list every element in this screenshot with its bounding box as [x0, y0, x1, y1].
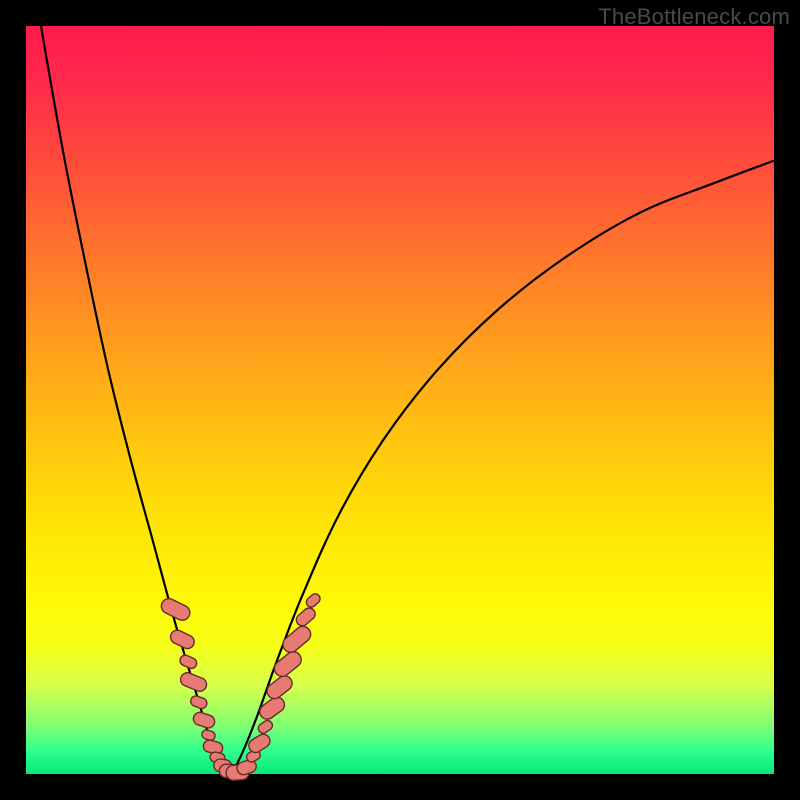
curve-right-branch	[232, 161, 774, 774]
bead-marker	[264, 673, 295, 702]
bead-marker	[168, 628, 196, 651]
bead-marker	[159, 596, 192, 623]
curve-left-branch	[41, 26, 232, 774]
chart-frame: TheBottleneck.com	[0, 0, 800, 800]
bead-marker	[178, 654, 198, 671]
bead-marker	[304, 592, 322, 609]
bead-marker	[256, 719, 274, 735]
curves-layer	[26, 26, 774, 774]
plot-area	[26, 26, 774, 774]
bead-marker	[192, 711, 217, 730]
bead-marker	[189, 694, 208, 709]
bead-marker	[271, 649, 304, 680]
bead-marker	[201, 729, 216, 741]
bead-marker	[280, 623, 314, 655]
watermark-text: TheBottleneck.com	[598, 4, 790, 30]
bead-marker	[179, 671, 209, 694]
